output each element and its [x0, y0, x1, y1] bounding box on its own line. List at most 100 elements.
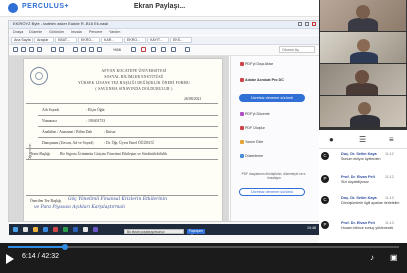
comment-icon[interactable] [151, 47, 156, 52]
menu-item[interactable]: Görünüm [49, 30, 64, 34]
zoom-level[interactable]: %56 [113, 47, 121, 52]
top-bar: PERCULUS+ Ekran Paylaşı... [0, 0, 319, 17]
close-icon[interactable] [312, 22, 316, 26]
print-icon[interactable] [21, 47, 26, 52]
doc-date: 26/08/2021 [184, 97, 202, 101]
search-icon[interactable] [23, 227, 28, 232]
message-time: 11:13 [385, 221, 394, 225]
tab-doc[interactable]: KAYIT... [147, 37, 169, 43]
tab-doc[interactable]: KAR... [101, 37, 123, 43]
document-tabs: Ana Sayfa Araçlar KBAT... EKRO... KAR...… [9, 36, 320, 45]
maximize-icon[interactable] [305, 22, 309, 26]
play-icon[interactable] [6, 254, 14, 264]
edit-pdf-icon [240, 112, 244, 116]
excel-icon[interactable] [63, 227, 68, 232]
message-text: Dönüşümlerle ilgili ayarları ilerletelim [341, 201, 400, 205]
message-text: Sunum ekliyor üyelerden [341, 157, 381, 161]
fullscreen-icon[interactable]: ▣ [390, 253, 398, 262]
chrome-icon[interactable] [83, 227, 88, 232]
progress-fill [8, 246, 66, 248]
new-title-label: Önerilen Tez Başlığı [30, 199, 62, 203]
chat-icon[interactable]: ● [329, 135, 334, 144]
export-pdf-icon [240, 62, 244, 66]
hand-icon[interactable] [81, 47, 86, 52]
cursor-icon[interactable] [73, 47, 78, 52]
pdf-toolbar: %56 Oturum Aç [9, 45, 320, 56]
next-page-icon[interactable] [59, 47, 64, 52]
sign-icon[interactable] [141, 47, 146, 52]
document-view[interactable]: AFYON KOCATEPE ÜNİVERSİTESİ SOSYAL BİLİM… [9, 56, 229, 221]
save-icon[interactable] [13, 47, 18, 52]
participant-video[interactable] [320, 96, 406, 127]
tab-home[interactable]: Ana Sayfa [11, 37, 33, 43]
divider [38, 126, 218, 127]
screen-share-title: Ekran Paylaşı... [133, 3, 186, 10]
mail-icon[interactable] [29, 47, 34, 52]
tab-doc[interactable]: EKRO... [78, 37, 100, 43]
playback-time: 6:14 / 42:32 [22, 253, 59, 260]
message-time: 11:13 [385, 196, 394, 200]
current-title-label: Tezin Başlığı [30, 152, 51, 156]
field-label: Numarası [42, 119, 57, 123]
doc-header-line: AFYON KOCATEPE ÜNİVERSİTESİ [101, 69, 167, 73]
participant-avatar [357, 39, 370, 52]
participant-video[interactable] [320, 0, 406, 31]
menu-item[interactable]: İmzala [71, 30, 82, 34]
trial-button-secondary[interactable]: Ücretsiz deneme sürümü [239, 188, 305, 196]
menu-item[interactable]: Düzenle [29, 30, 42, 34]
start-icon[interactable] [13, 227, 18, 232]
menu-item[interactable]: Yardım [109, 30, 120, 34]
chat-message: C Doç. Dr. Selim Kaya 11:12 Sunum ekliyo… [321, 152, 405, 174]
edge-icon[interactable] [43, 227, 48, 232]
list-icon[interactable]: ≡ [389, 135, 394, 144]
panel-item-comment[interactable]: Yorum Ekle [240, 140, 263, 144]
panel-item-organize[interactable]: Düzenleme [240, 154, 263, 158]
message-author: Doç. Dr. Selim Kaya [341, 152, 377, 156]
acrobat-taskbar-icon[interactable] [53, 227, 58, 232]
fit-page-icon[interactable] [131, 47, 136, 52]
free-trial-button[interactable]: Ücretsiz deneme sürümü [239, 94, 305, 102]
attach-icon[interactable] [185, 47, 190, 52]
minimize-icon[interactable] [298, 22, 302, 26]
avatar: P [321, 175, 329, 183]
university-seal-icon [30, 67, 48, 85]
stop-sharing-button[interactable]: Paylaşımı Durdur [187, 229, 205, 238]
chat-message: C Doç. Dr. Selim Kaya 11:13 Dönüşümlerle… [321, 196, 405, 218]
tab-doc[interactable]: EKRO... [124, 37, 146, 43]
participant-video[interactable] [320, 32, 406, 63]
previous-page-icon[interactable] [51, 47, 56, 52]
participant-avatar [358, 102, 371, 115]
progress-handle[interactable] [62, 244, 69, 250]
handwritten-title-line: ve Para Piyasası Açıkları Karşılaştırmal… [34, 205, 125, 210]
panel-item-edit-pdf[interactable]: PDF'yi Düzenle [240, 112, 270, 116]
shared-screen: EKİRÖYZ Byte - tadelev asker Eadde R..B1… [8, 20, 321, 238]
doc-header-line: ( SAVUNMA SINAVINDA DOLDURULUR ) [95, 87, 173, 91]
zoom-in-icon[interactable] [97, 47, 102, 52]
avatar: C [321, 196, 329, 204]
message-author: Doç. Dr. Selim Kaya [341, 196, 377, 200]
field-value: : İktisat [104, 130, 116, 134]
organize-icon [240, 154, 244, 158]
tab-doc[interactable]: KBAT... [55, 37, 77, 43]
progress-bar[interactable] [8, 244, 399, 250]
participant-video[interactable] [320, 64, 406, 95]
panel-item-create-pdf[interactable]: PDF Oluştur [240, 126, 265, 130]
sign-in-field[interactable]: Oturum Aç [279, 46, 315, 53]
tab-tools[interactable]: Araçlar [34, 37, 54, 43]
current-title-value: Bir Sigorta Ürününün Girişim Yönetimi Et… [60, 152, 168, 156]
participants-icon[interactable]: ☰ [359, 135, 366, 144]
menu-item[interactable]: Pencere [89, 30, 102, 34]
panel-item-export-pdf[interactable]: PDF'yi Dışa Aktar [240, 62, 273, 66]
message-time: 11:12 [385, 175, 394, 179]
draw-icon[interactable] [171, 47, 176, 52]
menu-item[interactable]: Dosya [13, 30, 23, 34]
tab-doc[interactable]: EKS... [170, 37, 192, 43]
zoom-out-icon[interactable] [89, 47, 94, 52]
word-icon[interactable] [73, 227, 78, 232]
folder-icon[interactable] [33, 227, 38, 232]
highlight-icon[interactable] [161, 47, 166, 52]
volume-icon[interactable]: ♪ [370, 253, 374, 262]
search-icon[interactable] [37, 47, 42, 52]
comment-icon [240, 140, 244, 144]
teams-icon[interactable] [93, 227, 98, 232]
